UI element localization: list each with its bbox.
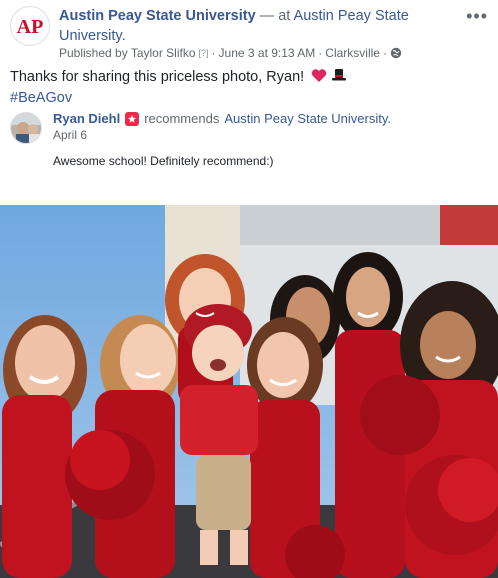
- post-place[interactable]: Clarksville: [325, 46, 380, 60]
- user-name-link[interactable]: Ryan Diehl: [53, 110, 120, 128]
- recommends-text: recommends: [144, 111, 220, 126]
- apsu-logo-icon: AP: [14, 10, 46, 42]
- top-hat-icon: [332, 69, 347, 81]
- recommended-page-link[interactable]: Austin Peay State University.: [224, 110, 391, 128]
- recommendation-line: Ryan Diehl recommends Austin Peay State …: [53, 110, 391, 128]
- more-options-button[interactable]: •••: [466, 6, 488, 27]
- recommendation-text: Awesome school! Definitely recommend:): [53, 154, 274, 168]
- help-marker[interactable]: [?]: [199, 48, 209, 58]
- ryan-avatar[interactable]: [10, 112, 42, 144]
- hashtag-link[interactable]: #BeAGov: [10, 88, 347, 109]
- heart-icon: [312, 69, 327, 82]
- post-photo[interactable]: [0, 205, 498, 578]
- at-text: — at: [255, 8, 294, 24]
- post-date-link[interactable]: June 3 at 9:13 AM: [219, 46, 316, 60]
- recommendation-badge-icon: [125, 112, 140, 126]
- globe-icon[interactable]: [390, 47, 402, 59]
- group-photo: [0, 205, 498, 578]
- post-header: AP Austin Peay State University — at Aus…: [10, 4, 488, 66]
- published-by[interactable]: Published by Taylor Slifko: [59, 46, 196, 60]
- recommendation-block: Ryan Diehl recommends Austin Peay State …: [10, 110, 488, 200]
- post-title: Austin Peay State University — at Austin…: [59, 6, 439, 46]
- recommendation-date[interactable]: April 6: [53, 128, 87, 142]
- user-avatar-image: [11, 113, 41, 143]
- page-avatar[interactable]: AP: [10, 6, 50, 46]
- post-meta: Published by Taylor Slifko [?] · June 3 …: [59, 46, 402, 60]
- post-message: Thanks for sharing this priceless photo,…: [10, 69, 305, 85]
- post-body: Thanks for sharing this priceless photo,…: [10, 67, 347, 109]
- page-name-link[interactable]: Austin Peay State University: [59, 8, 256, 24]
- logo-text: AP: [17, 16, 44, 38]
